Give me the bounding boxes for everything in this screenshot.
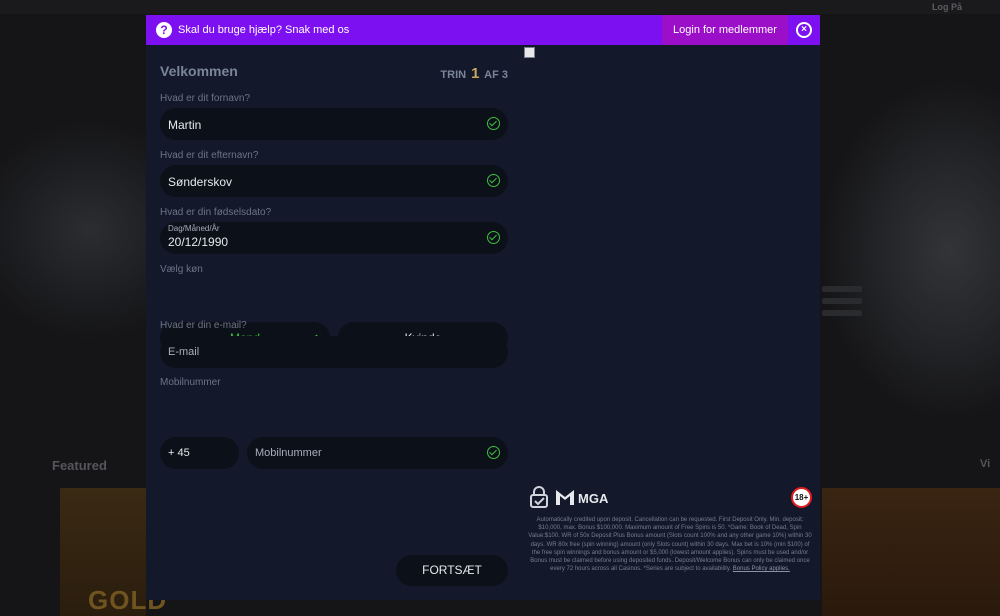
step-indicator: TRIN 1 AF 3: [440, 65, 508, 82]
continue-button[interactable]: FORTSÆT: [396, 555, 508, 586]
step-current: 1: [471, 65, 480, 82]
background-game-tile: [822, 488, 1000, 616]
signup-modal: ? Skal du bruge hjælp? Snak med os Login…: [146, 15, 820, 600]
last-name-label: Hvad er dit efternavn?: [160, 150, 259, 161]
help-icon[interactable]: ?: [156, 22, 172, 38]
step-suffix: AF 3: [484, 69, 508, 81]
mga-logo-icon: [556, 490, 574, 505]
background-header: [0, 0, 1000, 14]
promo-image: [524, 47, 535, 58]
background-login-link: Log På: [932, 2, 963, 12]
birthdate-value: 20/12/1990: [168, 235, 229, 249]
background-right-heading: Vi: [980, 458, 991, 470]
first-name-field[interactable]: Martin: [160, 108, 508, 140]
country-code-value: + 45: [168, 447, 190, 459]
country-code-select[interactable]: + 45: [160, 437, 239, 469]
first-name-label: Hvad er dit fornavn?: [160, 93, 251, 104]
modal-topbar: ? Skal du bruge hjælp? Snak med os Login…: [146, 15, 820, 45]
member-login-button[interactable]: Login for medlemmer: [662, 15, 788, 45]
mobile-field[interactable]: Mobilnummer: [247, 437, 508, 469]
form-title: Velkommen: [160, 63, 238, 79]
mobile-placeholder: Mobilnummer: [255, 447, 322, 459]
first-name-value: Martin: [168, 118, 202, 132]
email-field[interactable]: E-mail: [160, 336, 508, 368]
step-prefix: TRIN: [440, 69, 467, 81]
close-icon[interactable]: ×: [796, 22, 812, 38]
birthdate-label: Hvad er din fødselsdato?: [160, 207, 272, 218]
email-label: Hvad er din e-mail?: [160, 320, 247, 331]
bonus-terms: Automatically credited upon deposit. Can…: [528, 516, 812, 573]
valid-check-icon: [487, 117, 500, 130]
valid-check-icon: [487, 174, 500, 187]
help-chat-link[interactable]: Skal du bruge hjælp? Snak med os: [178, 24, 349, 36]
birthdate-hint: Dag/Måned/År: [168, 224, 220, 233]
age-restriction-badge: 18+: [791, 487, 812, 508]
birthdate-field[interactable]: Dag/Måned/År 20/12/1990: [160, 222, 508, 254]
bonus-policy-link[interactable]: Bonus Policy applies.: [733, 566, 790, 572]
mga-label: MGA: [578, 491, 609, 506]
last-name-value: Sønderskov: [168, 175, 233, 189]
bonus-terms-text: Automatically credited upon deposit. Can…: [528, 517, 812, 573]
background-side-list: [822, 280, 892, 360]
promo-panel: MGA 18+ Automatically credited upon depo…: [522, 45, 820, 600]
gender-label: Vælg køn: [160, 264, 203, 275]
email-placeholder: E-mail: [168, 346, 200, 358]
background-featured-heading: Featured: [52, 458, 107, 473]
close-button[interactable]: ×: [788, 15, 820, 45]
valid-check-icon: [487, 446, 500, 459]
mobile-label: Mobilnummer: [160, 377, 221, 388]
lock-icon: [530, 486, 548, 508]
valid-check-icon: [487, 231, 500, 244]
last-name-field[interactable]: Sønderskov: [160, 165, 508, 197]
